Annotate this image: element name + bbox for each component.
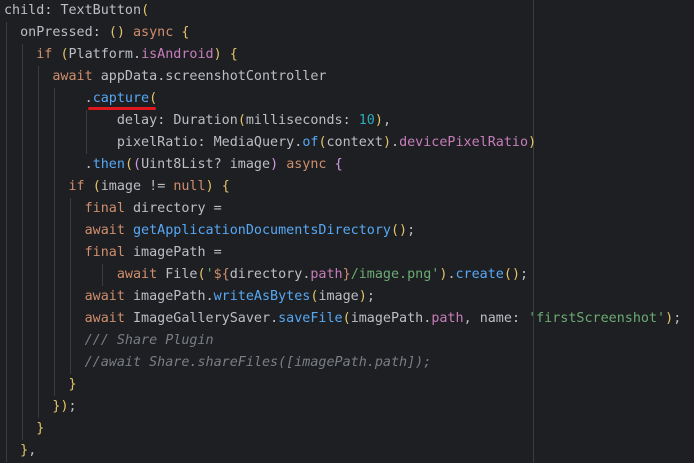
right-margin-guide bbox=[533, 0, 534, 463]
code-line[interactable]: } bbox=[4, 418, 44, 440]
code-editor[interactable]: child: TextButton( onPressed: () async {… bbox=[0, 0, 694, 463]
code-line[interactable]: if (image != null) { bbox=[4, 176, 230, 198]
code-line[interactable]: }, bbox=[4, 440, 36, 462]
code-line[interactable]: }); bbox=[4, 396, 76, 418]
code-line[interactable]: await File('${directory.path}/image.png'… bbox=[4, 264, 528, 286]
code-line[interactable]: pixelRatio: MediaQuery.of(context).devic… bbox=[4, 132, 536, 154]
code-line[interactable]: /// Share Plugin bbox=[4, 330, 214, 352]
code-line[interactable]: if (Platform.isAndroid) { bbox=[4, 44, 238, 66]
code-line[interactable]: //await Share.shareFiles([imagePath.path… bbox=[4, 352, 432, 374]
code-line[interactable]: final imagePath = bbox=[4, 242, 222, 264]
code-line[interactable]: } bbox=[4, 374, 77, 396]
code-line[interactable]: onPressed: () async { bbox=[4, 22, 189, 44]
code-line[interactable]: final directory = bbox=[4, 198, 222, 220]
code-line[interactable]: await appData.screenshotController bbox=[4, 66, 326, 88]
code-line[interactable]: .then((Uint8List? image) async { bbox=[4, 154, 343, 176]
code-line[interactable]: child: TextButton( bbox=[4, 0, 149, 22]
capture-underline-annotation bbox=[88, 107, 156, 110]
code-line[interactable]: await getApplicationDocumentsDirectory()… bbox=[4, 220, 416, 242]
code-line[interactable]: delay: Duration(milliseconds: 10), bbox=[4, 110, 391, 132]
code-line[interactable]: await ImageGallerySaver.saveFile(imagePa… bbox=[4, 308, 682, 330]
code-line[interactable]: await imagePath.writeAsBytes(image); bbox=[4, 286, 375, 308]
